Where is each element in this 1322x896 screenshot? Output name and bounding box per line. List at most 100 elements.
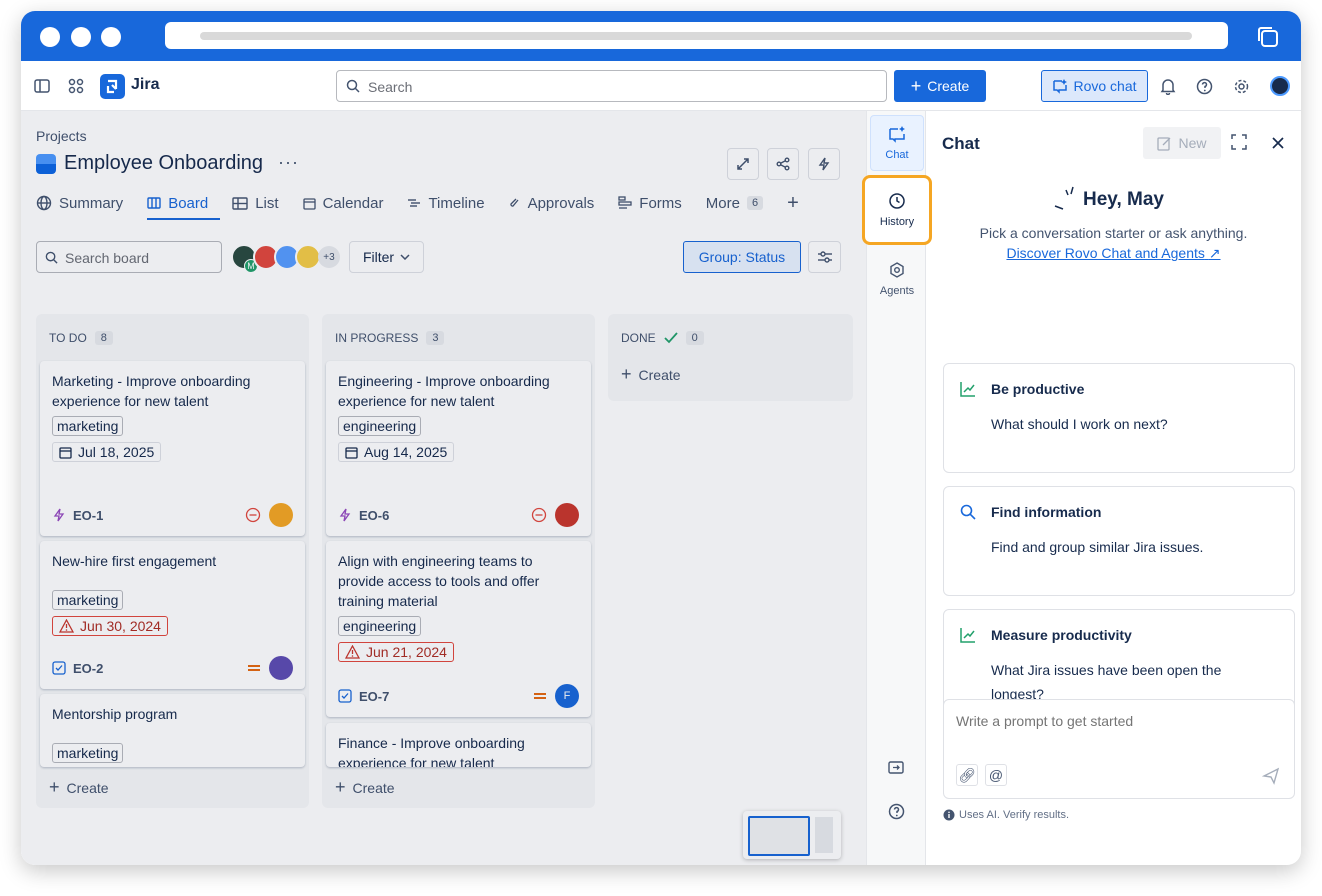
settings-gear-icon[interactable] <box>1230 75 1252 97</box>
rail-history-label: History <box>879 216 915 228</box>
assignee-avatar[interactable] <box>269 656 293 680</box>
board-minimap[interactable] <box>743 811 841 859</box>
globe-icon <box>36 195 52 211</box>
group-by-button[interactable]: Group: Status <box>683 241 801 273</box>
window-minimize-dot[interactable] <box>71 27 91 47</box>
assignee-avatar[interactable]: F <box>555 684 579 708</box>
create-issue-button[interactable]: + Create <box>621 364 681 385</box>
ai-disclaimer: Uses AI. Verify results. <box>943 809 1069 821</box>
due-date-text: Jul 18, 2025 <box>78 444 155 460</box>
rovo-chat-label: Rovo chat <box>1073 78 1137 94</box>
card-footer: EO-7 F <box>338 684 579 708</box>
assignee-avatar[interactable] <box>269 503 293 527</box>
agents-hexagon-icon <box>890 262 904 278</box>
epic-icon <box>53 508 65 522</box>
tab-summary[interactable]: Summary <box>36 189 135 217</box>
board-main: Projects Employee Onboarding ··· Summary… <box>21 111 866 865</box>
issue-card[interactable]: Align with engineering teams to provide … <box>326 541 591 717</box>
plus-icon: + <box>910 76 922 96</box>
more-count-badge: 6 <box>746 196 764 210</box>
issue-card[interactable]: New-hire first engagement marketing Jun … <box>40 541 305 689</box>
starter-card[interactable]: Be productive What should I work on next… <box>943 363 1295 473</box>
calendar-icon <box>59 446 72 459</box>
issue-card[interactable]: Engineering - Improve onboarding experie… <box>326 361 591 536</box>
rail-agents-label: Agents <box>879 285 915 297</box>
card-title: Finance - Improve onboarding experience … <box>338 735 525 767</box>
share-icon[interactable] <box>767 148 799 180</box>
discover-rovo-link[interactable]: Discover Rovo Chat and Agents ↗ <box>926 245 1301 262</box>
sidebar-toggle-icon[interactable] <box>31 75 53 97</box>
rail-chat-tab[interactable]: Chat <box>870 115 924 171</box>
issue-card[interactable]: Finance - Improve onboarding experience … <box>326 723 591 767</box>
mention-at-icon[interactable]: @ <box>985 764 1007 786</box>
due-date-overdue: Jun 30, 2024 <box>52 616 168 636</box>
tab-more[interactable]: More 6 <box>706 189 775 217</box>
tab-forms[interactable]: Forms <box>618 189 694 217</box>
due-date-text: Jun 30, 2024 <box>80 618 161 634</box>
notifications-icon[interactable] <box>1157 75 1179 97</box>
duplicate-window-icon[interactable] <box>1255 24 1281 50</box>
window-close-dot[interactable] <box>40 27 60 47</box>
card-label: marketing <box>52 590 124 610</box>
rail-agents-tab[interactable]: Agents <box>870 251 924 307</box>
view-settings-icon[interactable] <box>808 241 841 273</box>
automation-lightning-icon[interactable] <box>808 148 840 180</box>
due-date-overdue: Jun 21, 2024 <box>338 642 454 662</box>
due-date: Jul 18, 2025 <box>52 442 162 462</box>
column-count: 8 <box>94 331 113 345</box>
close-icon[interactable] <box>1272 136 1284 149</box>
breadcrumb[interactable]: Projects <box>36 128 87 144</box>
tab-calendar[interactable]: Calendar <box>302 189 396 217</box>
address-bar[interactable] <box>165 22 1228 49</box>
issue-key: EO-6 <box>359 507 390 523</box>
expand-icon[interactable] <box>727 148 759 180</box>
assignee-avatar[interactable] <box>555 503 579 527</box>
filter-button[interactable]: Filter <box>349 241 424 273</box>
browser-window: Jira Search + Create Rovo chat Projects E… <box>21 11 1301 865</box>
app-switcher-icon[interactable] <box>65 75 87 97</box>
rail-history-tab[interactable]: History <box>862 175 932 245</box>
more-people-badge[interactable]: +3 <box>318 246 340 268</box>
tab-list[interactable]: List <box>232 189 290 217</box>
forms-icon <box>618 196 632 209</box>
jira-logo-icon[interactable] <box>100 74 125 99</box>
project-more-button[interactable]: ··· <box>278 152 299 173</box>
discover-link-text: Discover Rovo Chat and Agents <box>1006 245 1205 261</box>
window-zoom-dot[interactable] <box>101 27 121 47</box>
column-header: TO DO 8 <box>49 331 113 345</box>
board-search-input[interactable]: Search board <box>36 241 222 273</box>
card-title: New-hire first engagement <box>52 553 217 569</box>
help-icon[interactable] <box>1193 75 1215 97</box>
prompt-input[interactable] <box>956 713 1276 729</box>
create-button[interactable]: + Create <box>894 70 986 102</box>
create-issue-button[interactable]: + Create <box>49 777 109 798</box>
column-title: TO DO <box>49 331 87 345</box>
app-name[interactable]: Jira <box>131 76 159 94</box>
starter-card[interactable]: Find information Find and group similar … <box>943 486 1295 596</box>
priority-medium-icon <box>248 665 260 671</box>
prompt-box[interactable]: 🔗︎ @ <box>943 699 1295 799</box>
issue-card[interactable]: Marketing - Improve onboarding experienc… <box>40 361 305 536</box>
attach-link-icon[interactable]: 🔗︎ <box>956 764 978 786</box>
create-issue-button[interactable]: + Create <box>335 777 395 798</box>
help-icon[interactable] <box>885 800 907 822</box>
minimap-viewport[interactable] <box>748 816 810 856</box>
priority-minus-icon <box>531 507 547 523</box>
task-checkbox-icon <box>52 661 66 675</box>
feedback-icon[interactable] <box>885 758 907 780</box>
tab-timeline[interactable]: Timeline <box>407 189 496 217</box>
new-chat-button[interactable]: New <box>1143 127 1221 159</box>
tab-board[interactable]: Board <box>147 189 221 220</box>
rovo-chat-button[interactable]: Rovo chat <box>1041 70 1148 102</box>
tab-approvals[interactable]: Approvals <box>509 189 607 217</box>
project-tabs: Summary Board List Calendar Timeline App… <box>36 189 823 220</box>
global-search-input[interactable]: Search <box>336 70 887 102</box>
add-tab-button[interactable]: + <box>787 189 811 217</box>
fullscreen-icon[interactable] <box>1231 134 1247 150</box>
send-icon[interactable] <box>1261 767 1280 785</box>
user-avatar[interactable] <box>1270 76 1290 96</box>
issue-card[interactable]: Mentorship program marketing <box>40 694 305 767</box>
starter-body: What should I work on next? <box>991 416 1168 432</box>
warning-icon <box>59 619 74 633</box>
list-icon <box>232 196 248 210</box>
